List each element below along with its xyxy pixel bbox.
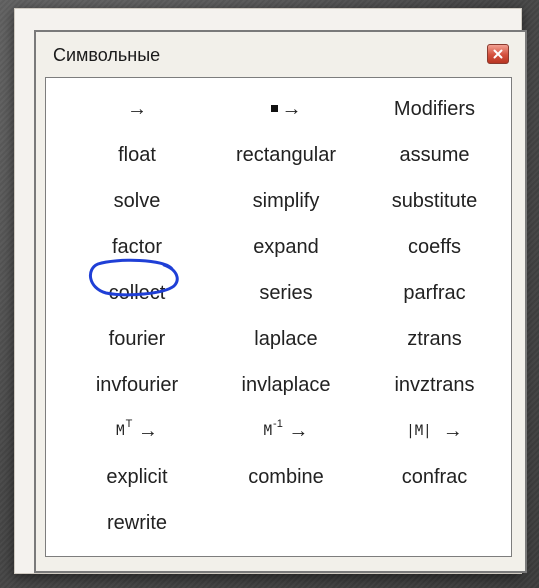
fourier-button[interactable]: fourier — [46, 316, 216, 362]
series-button[interactable]: series — [216, 270, 356, 316]
symbolic-palette-window: Символьные → → Modifiers float rectangul… — [34, 30, 527, 573]
invlaplace-button[interactable]: invlaplace — [216, 362, 356, 408]
ztrans-button[interactable]: ztrans — [356, 316, 513, 362]
collect-button[interactable]: collect — [46, 270, 216, 316]
confrac-button[interactable]: confrac — [356, 454, 513, 500]
assume-button[interactable]: assume — [356, 132, 513, 178]
close-icon — [493, 49, 503, 59]
explicit-button[interactable]: explicit — [46, 454, 216, 500]
float-button[interactable]: float — [46, 132, 216, 178]
substitute-button[interactable]: substitute — [356, 178, 513, 224]
laplace-button[interactable]: laplace — [216, 316, 356, 362]
parfrac-button[interactable]: parfrac — [356, 270, 513, 316]
title-bar[interactable]: Символьные — [36, 32, 525, 77]
placeholder-square-icon — [270, 104, 278, 112]
factor-button[interactable]: factor — [46, 224, 216, 270]
rectangular-button[interactable]: rectangular — [216, 132, 356, 178]
invztrans-button[interactable]: invztrans — [356, 362, 513, 408]
modifiers-button[interactable]: Modifiers — [356, 86, 513, 132]
combine-button[interactable]: combine — [216, 454, 356, 500]
inverse-button[interactable]: M -1 → — [216, 408, 356, 454]
palette-content: → → Modifiers float rectangular assume s… — [45, 77, 512, 557]
transpose-button[interactable]: MT → — [46, 408, 216, 454]
arrow-glyph: → — [281, 97, 302, 120]
placeholder-arrow-button[interactable]: → — [216, 86, 356, 132]
window-title: Символьные — [53, 45, 161, 65]
solve-button[interactable]: solve — [46, 178, 216, 224]
arrow-button[interactable]: → — [46, 86, 216, 132]
determinant-button[interactable]: |M| → — [356, 408, 513, 454]
invfourier-button[interactable]: invfourier — [46, 362, 216, 408]
coeffs-button[interactable]: coeffs — [356, 224, 513, 270]
simplify-button[interactable]: simplify — [216, 178, 356, 224]
rewrite-button[interactable]: rewrite — [46, 500, 216, 546]
close-button[interactable] — [487, 44, 509, 64]
expand-button[interactable]: expand — [216, 224, 356, 270]
keyword-grid: → → Modifiers float rectangular assume s… — [46, 86, 511, 546]
